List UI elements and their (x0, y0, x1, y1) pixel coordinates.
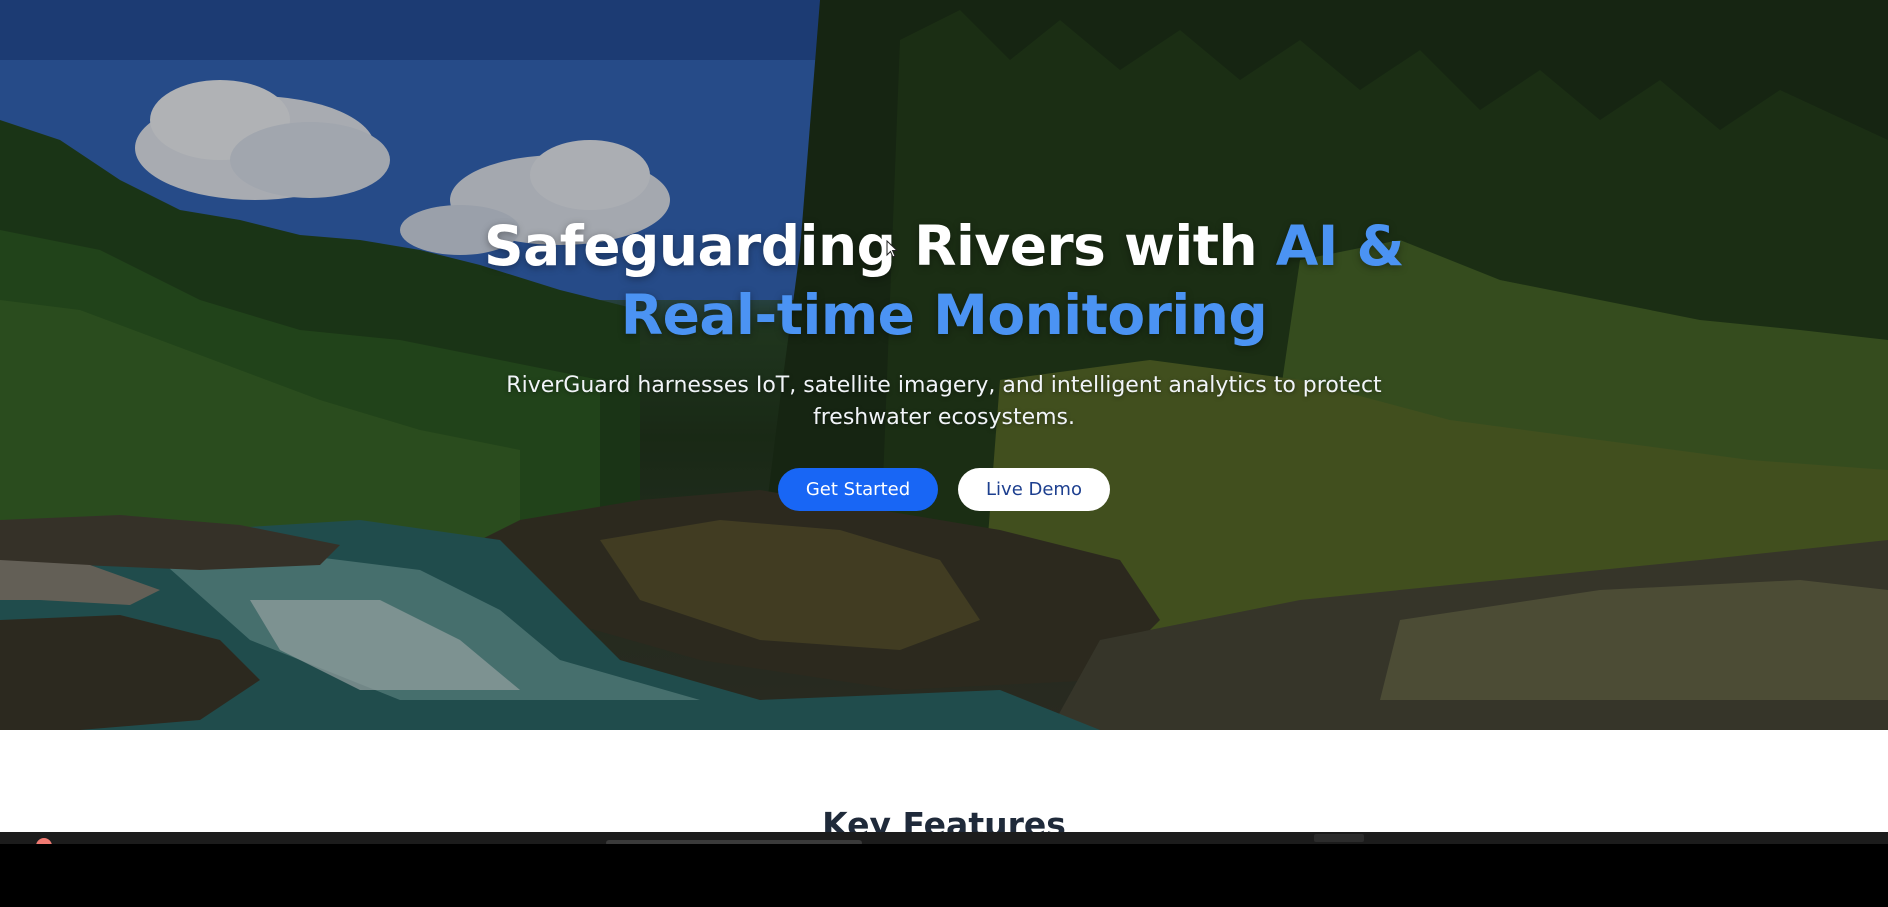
headline-text: Safeguarding Rivers with (484, 214, 1276, 278)
headline-accent-monitoring: Real-time Monitoring (620, 283, 1268, 347)
mouse-cursor-icon (886, 240, 898, 258)
taskbar-square[interactable] (1314, 834, 1364, 842)
hero-content: Safeguarding Rivers with AI & Real-time … (0, 212, 1888, 511)
live-demo-button[interactable]: Live Demo (958, 468, 1110, 511)
key-features-title: Key Features (822, 805, 1066, 832)
taskbar-strip (0, 832, 1888, 854)
hero-cta-row: Get Started Live Demo (0, 468, 1888, 511)
headline-accent-ai: AI & (1275, 214, 1405, 278)
black-bar (0, 844, 1888, 907)
get-started-button[interactable]: Get Started (778, 468, 938, 511)
landing-page: Safeguarding Rivers with AI & Real-time … (0, 0, 1888, 832)
hero-section: Safeguarding Rivers with AI & Real-time … (0, 0, 1888, 730)
hero-headline: Safeguarding Rivers with AI & Real-time … (0, 212, 1888, 350)
hero-subtitle: RiverGuard harnesses IoT, satellite imag… (506, 373, 1382, 430)
